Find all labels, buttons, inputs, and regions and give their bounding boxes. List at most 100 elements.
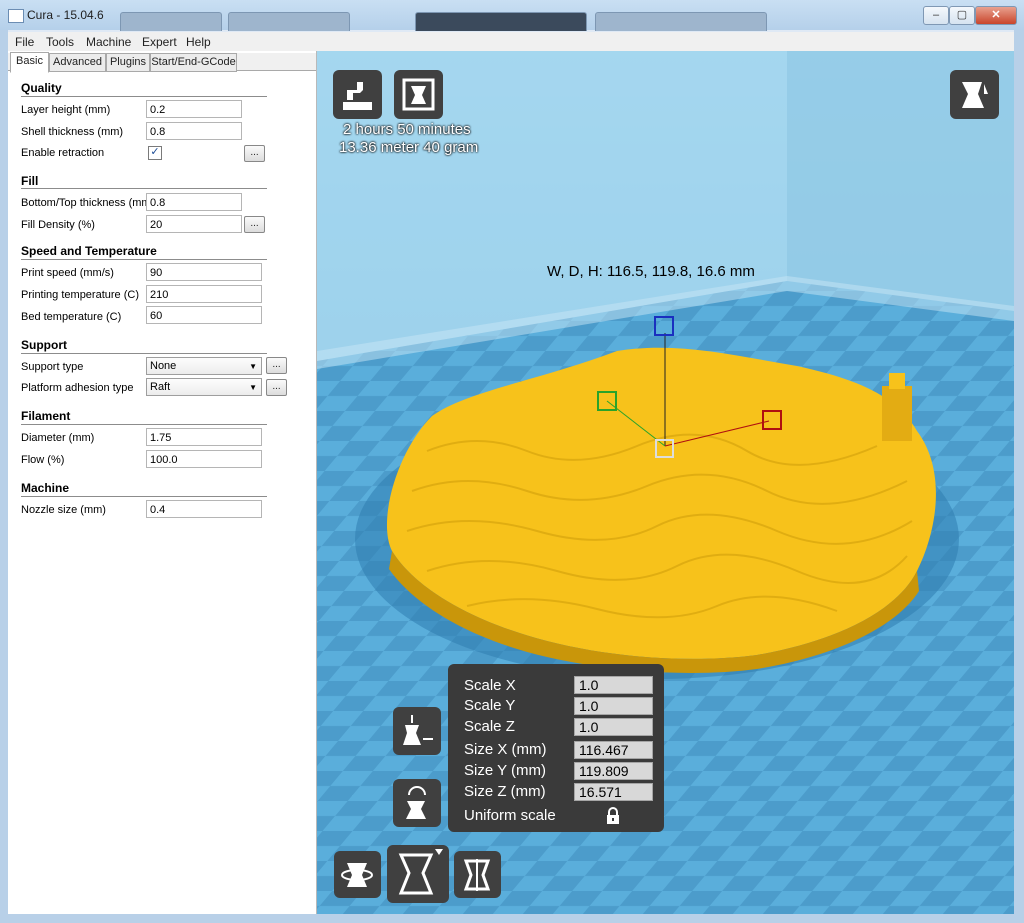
- window-title: Cura - 15.04.6: [27, 8, 104, 22]
- print-icon: [402, 78, 435, 111]
- section-divider: [21, 259, 267, 260]
- platform-adhesion-value: Raft: [150, 381, 171, 393]
- platform-adhesion-select[interactable]: Raft ▼: [146, 378, 262, 396]
- reset-scale-icon: [406, 786, 426, 819]
- diameter-field[interactable]: 1.75: [146, 428, 262, 446]
- background-window-tab: [595, 12, 767, 31]
- section-fill-title: Fill: [21, 174, 39, 188]
- app-icon: [8, 9, 24, 23]
- enable-retraction-checkbox[interactable]: ✓: [148, 146, 162, 160]
- maximize-button[interactable]: ▢: [949, 6, 975, 25]
- layer-height-label: Layer height (mm): [21, 104, 111, 116]
- scale-to-max-button[interactable]: [393, 707, 441, 755]
- section-divider: [21, 424, 267, 425]
- section-quality-title: Quality: [21, 81, 62, 95]
- 3d-viewport[interactable]: 2 hours 50 minutes 13.36 meter 40 gram W…: [317, 51, 1014, 914]
- load-model-button[interactable]: [333, 70, 382, 119]
- enable-retraction-label: Enable retraction: [21, 147, 105, 159]
- scale-z-field[interactable]: 1.0: [574, 718, 653, 736]
- scale-y-field[interactable]: 1.0: [574, 697, 653, 715]
- menu-help[interactable]: Help: [186, 35, 211, 49]
- bottom-top-thickness-field[interactable]: 0.8: [146, 193, 242, 211]
- flow-label: Flow (%): [21, 454, 65, 466]
- tab-start-end-gcode[interactable]: Start/End-GCode: [150, 53, 237, 72]
- window-titlebar[interactable]: Cura - 15.04.6 – ▢ ✕: [0, 0, 1024, 31]
- lock-icon: [607, 807, 619, 824]
- adhesion-settings-button[interactable]: ...: [266, 379, 287, 396]
- fill-density-label: Fill Density (%): [21, 219, 95, 231]
- section-filament-title: Filament: [21, 409, 71, 423]
- printing-temperature-label: Printing temperature (C): [21, 289, 139, 301]
- shell-thickness-field[interactable]: 0.8: [146, 122, 242, 140]
- background-window-tab: [120, 12, 222, 31]
- uniform-scale-toggle[interactable]: [605, 807, 621, 825]
- background-window-tab: [415, 12, 587, 31]
- scale-x-field[interactable]: 1.0: [574, 676, 653, 694]
- nozzle-size-label: Nozzle size (mm): [21, 504, 106, 516]
- model-dimensions-text: W, D, H: 116.5, 119.8, 16.6 mm: [547, 263, 755, 280]
- print-speed-field[interactable]: 90: [146, 263, 262, 281]
- load-model-icon: [343, 82, 372, 110]
- bed-temperature-label: Bed temperature (C): [21, 311, 122, 323]
- print-speed-label: Print speed (mm/s): [21, 267, 114, 279]
- fill-density-field[interactable]: 20: [146, 215, 242, 233]
- section-divider: [21, 96, 267, 97]
- menu-tools[interactable]: Tools: [46, 35, 74, 49]
- close-button[interactable]: ✕: [975, 6, 1017, 25]
- support-type-select[interactable]: None ▼: [146, 357, 262, 375]
- menu-expert[interactable]: Expert: [142, 35, 177, 49]
- scale-tool-icon: [398, 849, 443, 895]
- fill-settings-button[interactable]: ...: [244, 216, 265, 233]
- dropdown-arrow-icon: ▼: [249, 362, 257, 371]
- window-frame-right: [1014, 30, 1024, 923]
- nozzle-size-field[interactable]: 0.4: [146, 500, 262, 518]
- rotate-tool-button[interactable]: [334, 851, 381, 898]
- section-machine-title: Machine: [21, 481, 70, 495]
- shell-thickness-label: Shell thickness (mm): [21, 126, 124, 138]
- scale-panel: Scale X 1.0 Scale Y 1.0 Scale Z 1.0 Size…: [448, 664, 664, 832]
- view-mode-icon: [962, 82, 988, 108]
- mirror-tool-button[interactable]: [454, 851, 501, 898]
- tab-basic[interactable]: Basic: [10, 52, 49, 73]
- size-z-label: Size Z (mm): [464, 783, 546, 800]
- mirror-tool-icon: [463, 859, 491, 891]
- scale-z-label: Scale Z: [464, 718, 515, 735]
- tab-plugins[interactable]: Plugins: [106, 53, 150, 72]
- section-divider: [21, 188, 267, 189]
- background-window-tab: [228, 12, 350, 31]
- scale-max-icon: [403, 715, 433, 745]
- tab-advanced[interactable]: Advanced: [49, 53, 106, 72]
- minimize-button[interactable]: –: [923, 6, 949, 25]
- menu-machine[interactable]: Machine: [86, 35, 131, 49]
- size-y-field[interactable]: 119.809: [574, 762, 653, 780]
- flow-field[interactable]: 100.0: [146, 450, 262, 468]
- section-divider: [21, 353, 267, 354]
- menu-bar: File Tools Machine Expert Help: [8, 32, 1014, 52]
- bottom-top-thickness-label: Bottom/Top thickness (mm): [21, 197, 155, 209]
- support-type-label: Support type: [21, 361, 84, 373]
- window-frame-left: [0, 30, 8, 923]
- reset-scale-button[interactable]: [393, 779, 441, 827]
- view-mode-button[interactable]: [950, 70, 999, 119]
- rotate-tool-icon: [341, 863, 373, 887]
- layer-height-field[interactable]: 0.2: [146, 100, 242, 118]
- scale-x-label: Scale X: [464, 677, 516, 694]
- print-button[interactable]: [394, 70, 443, 119]
- support-type-value: None: [150, 360, 177, 372]
- menu-file[interactable]: File: [15, 35, 34, 49]
- scale-tool-button[interactable]: [387, 845, 449, 903]
- printing-temperature-field[interactable]: 210: [146, 285, 262, 303]
- bed-temperature-field[interactable]: 60: [146, 306, 262, 324]
- size-z-field[interactable]: 16.571: [574, 783, 653, 801]
- retraction-settings-button[interactable]: ...: [244, 145, 265, 162]
- print-material-text: 13.36 meter 40 gram: [339, 139, 479, 156]
- platform-adhesion-label: Platform adhesion type: [21, 382, 134, 394]
- size-x-field[interactable]: 116.467: [574, 741, 653, 759]
- support-settings-button[interactable]: ...: [266, 357, 287, 374]
- print-time-text: 2 hours 50 minutes: [343, 121, 471, 138]
- uniform-scale-label: Uniform scale: [464, 807, 556, 824]
- diameter-label: Diameter (mm): [21, 432, 95, 444]
- section-divider: [21, 496, 267, 497]
- dropdown-arrow-icon: ▼: [249, 383, 257, 392]
- section-speed-title: Speed and Temperature: [21, 244, 157, 258]
